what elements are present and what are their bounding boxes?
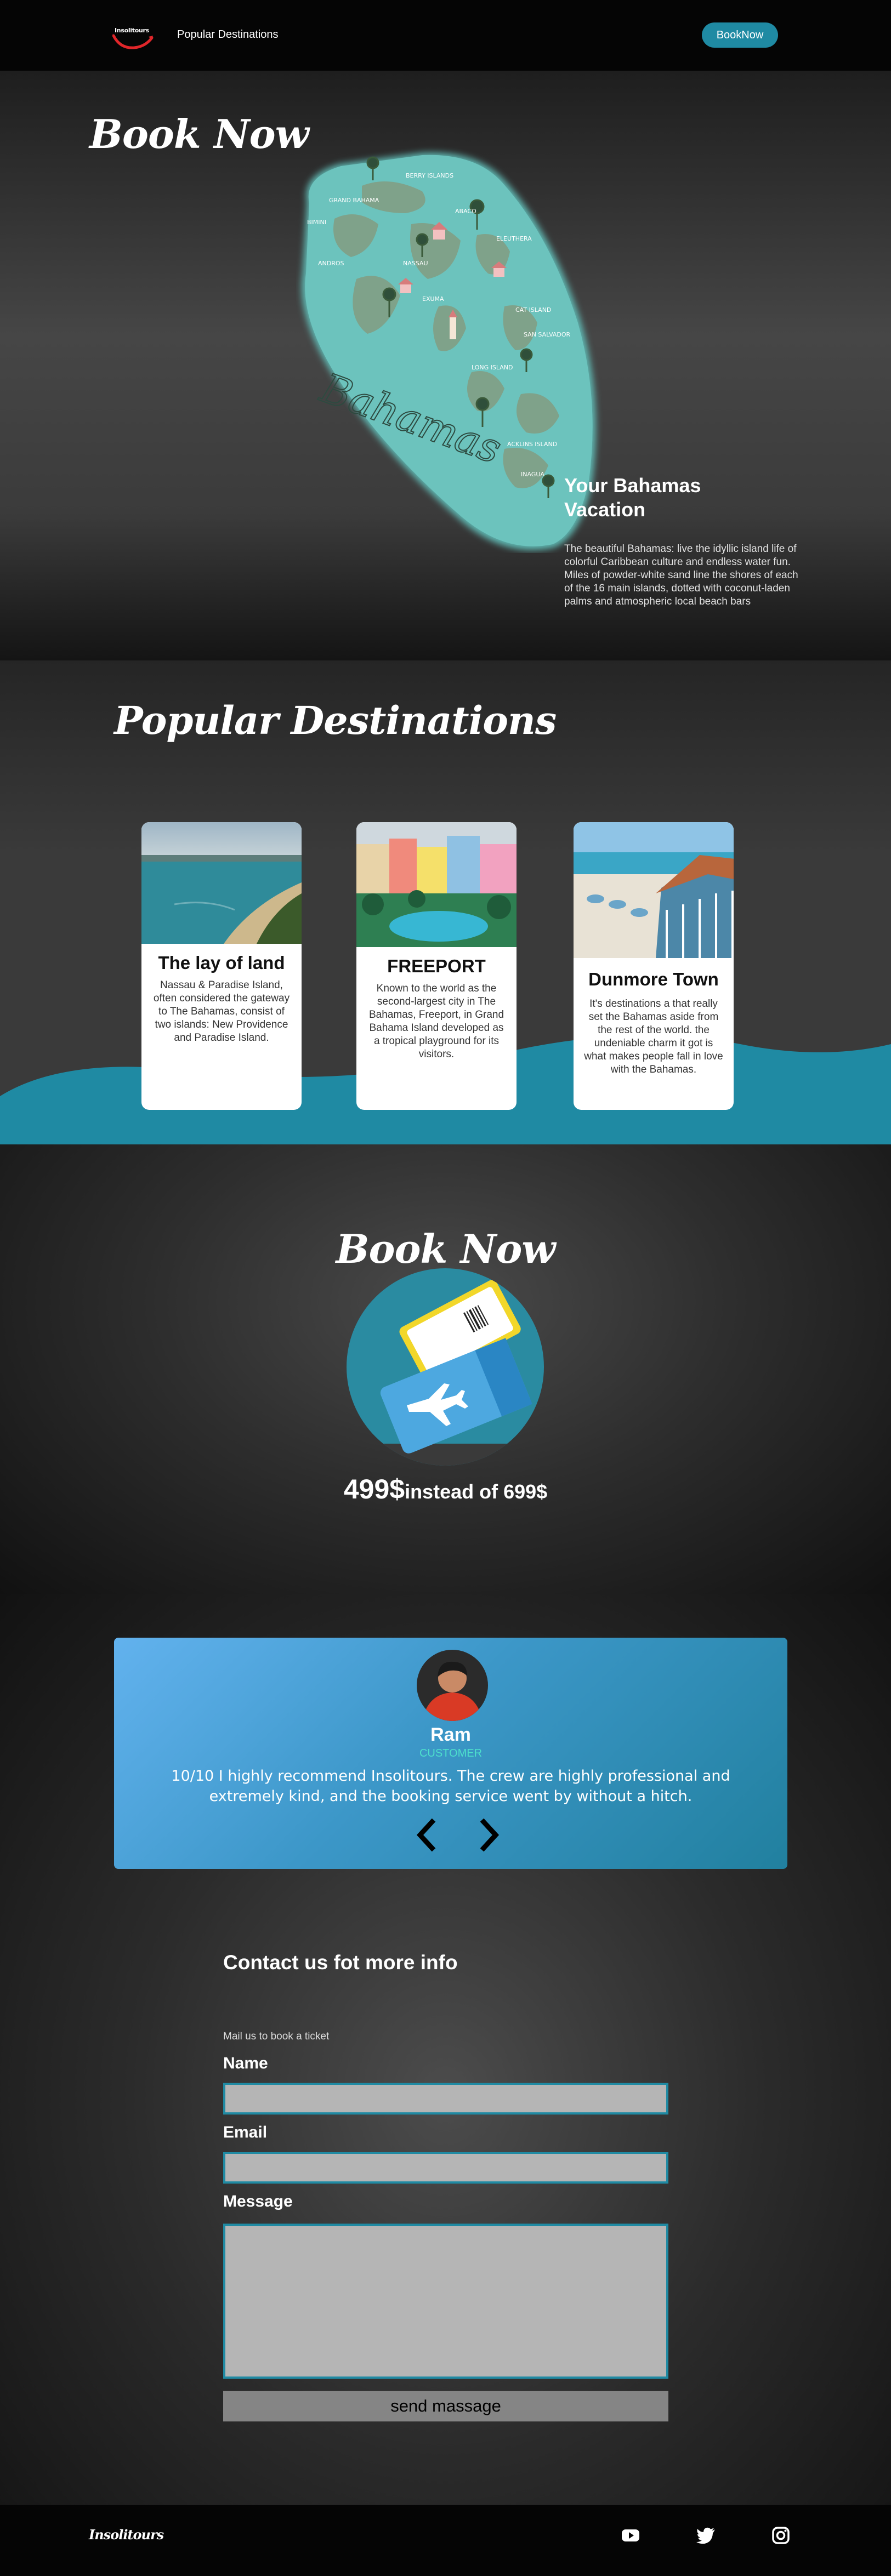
destination-card[interactable]: FREEPORT Known to the world as the secon… [356,822,517,1110]
map-label: INAGUA [521,471,544,478]
footer-brand: Insolitours [89,2527,164,2543]
map-label: EXUMA [422,295,444,303]
footer: Insolitours [0,2505,891,2576]
map-label: NASSAU [403,260,428,267]
map-label: ABACO [455,208,476,215]
contact-title: Contact us fot more info [223,1951,458,1974]
hero-description: The beautiful Bahamas: live the idyllic … [564,543,798,607]
next-testimonial-button[interactable] [477,1818,501,1852]
hero-section: Book Now BERRY ISLANDS GRAND BAHAMA ABAC… [0,71,891,660]
price-current: 499$ [343,1474,405,1504]
send-message-button[interactable]: send massage [223,2391,668,2421]
instagram-icon[interactable] [769,2523,793,2547]
card-image-resort [356,822,517,947]
nav-link-popular-destinations[interactable]: Popular Destinations [177,29,279,41]
booking-title: Book Now [336,1226,556,1272]
map-label: SAN SALVADOR [524,331,571,338]
destination-card[interactable]: The lay of land Nassau & Paradise Island… [141,822,302,1110]
destination-card[interactable]: Dunmore Town It's destinations a that re… [574,822,734,1110]
youtube-icon[interactable] [618,2523,643,2547]
chevron-right-icon [480,1818,500,1852]
message-label: Message [223,2192,293,2210]
book-now-button[interactable]: BookNow [702,22,778,48]
card-text: It's destinations a that really set the … [584,998,723,1075]
map-label: BERRY ISLANDS [406,172,453,179]
email-label: Email [223,2123,268,2141]
prev-testimonial-button[interactable] [415,1818,439,1852]
testimonial-card: Ram CUSTOMER 10/10 I highly recommend In… [114,1638,787,1869]
testimonial-name: Ram [430,1724,471,1745]
price-display: 499$instead of 699$ [0,1473,891,1505]
map-label: ANDROS [318,260,344,267]
hero-subtitle: Your Bahamas Vacation [564,474,701,521]
card-title: FREEPORT [387,956,486,976]
logo-swoosh-icon [112,34,154,49]
message-field[interactable] [223,2224,668,2379]
testimonial-quote: 10/10 I highly recommend Insolitours. Th… [171,1768,730,1805]
card-title: The lay of land [158,953,285,973]
plane-ticket-illustration [347,1268,544,1466]
bahamas-map-illustration: BERRY ISLANDS GRAND BAHAMA ABACO BIMINI … [296,142,603,553]
top-navbar: Insolitours Popular Destinations BookNow [0,0,891,71]
chevron-left-icon [416,1818,436,1852]
booking-section: Book Now 499$instead of 699$ [0,1144,891,1594]
map-label: CAT ISLAND [515,306,551,314]
card-image-cottage [574,822,734,958]
destinations-title: Popular Destinations [114,698,557,743]
map-label: GRAND BAHAMA [329,197,379,204]
map-label: ELEUTHERA [496,235,532,242]
map-label: ACKLINS ISLAND [507,441,557,448]
map-label: BIMINI [307,219,326,226]
card-text: Nassau & Paradise Island, often consider… [153,979,290,1044]
hero-title: Book Now [89,111,309,157]
name-field[interactable] [223,2083,668,2115]
brand-logo[interactable]: Insolitours [112,24,154,53]
price-old: instead of 699$ [405,1480,548,1503]
name-label: Name [223,2054,268,2072]
contact-subtitle: Mail us to book a ticket [223,2031,330,2042]
card-image-beach [141,822,302,944]
card-text: Known to the world as the second-largest… [368,983,504,1060]
twitter-icon[interactable] [694,2523,718,2547]
popular-destinations-section: Popular Destinations The lay of land Nas… [0,660,891,1144]
card-title: Dunmore Town [588,969,719,989]
email-field[interactable] [223,2152,668,2184]
avatar [417,1650,488,1721]
map-label: LONG ISLAND [472,364,513,371]
testimonial-role: CUSTOMER [419,1747,483,1759]
